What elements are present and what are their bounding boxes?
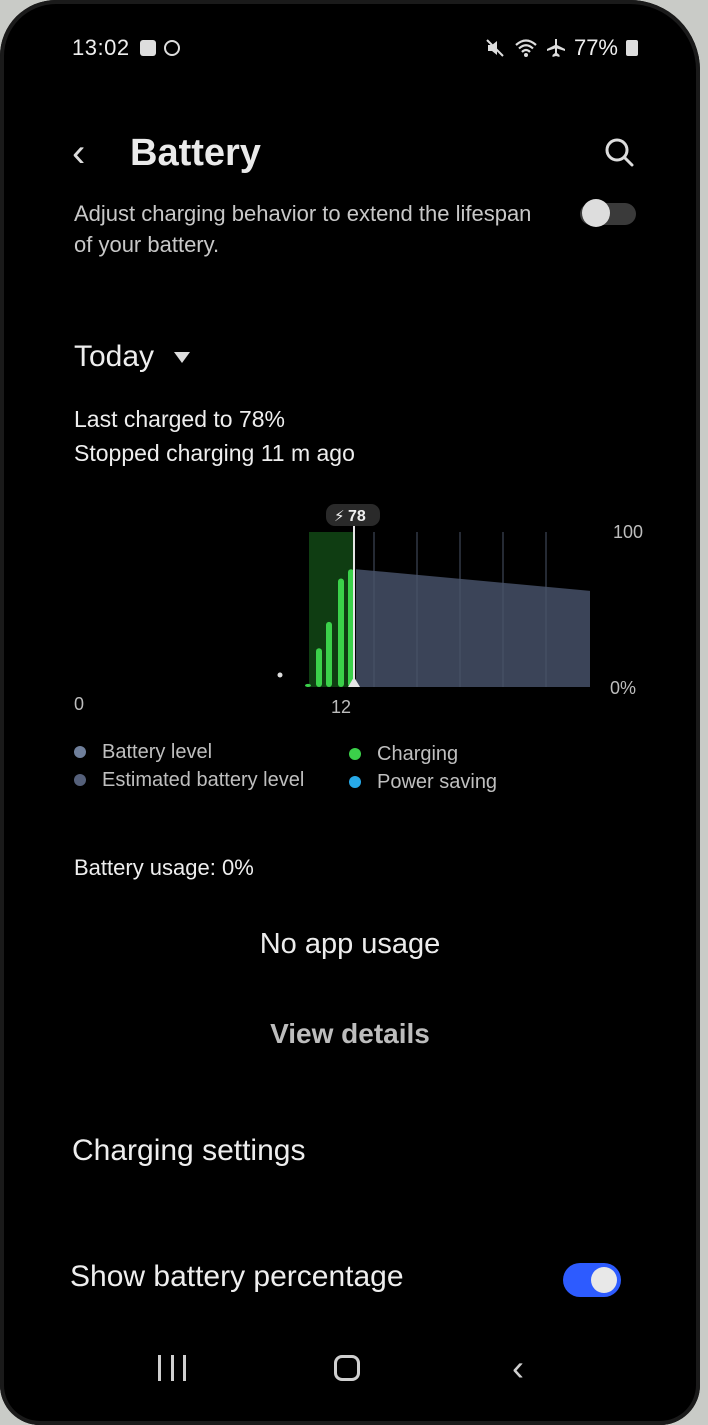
period-selector[interactable]: Today	[74, 340, 191, 374]
checkbox-icon	[139, 40, 156, 56]
x-axis-label-0: 0	[74, 694, 84, 714]
page-title: Battery	[130, 131, 261, 174]
period-label: Today	[74, 340, 155, 373]
status-bar: 13:02 77%	[72, 34, 638, 62]
toggle-knob	[582, 199, 610, 227]
battery-usage-label: Battery usage: 0%	[74, 855, 254, 880]
view-details-button[interactable]: View details	[0, 1018, 700, 1050]
legend-label: Power saving	[377, 771, 498, 793]
status-time: 13:02	[72, 35, 130, 60]
phone-screen: 13:02 77% ‹ Battery Adjust charging beha…	[0, 0, 700, 1425]
legend-label: Estimated battery level	[102, 769, 305, 791]
y-axis-bottom-label: 0%	[610, 678, 636, 698]
show-battery-percentage-toggle[interactable]	[563, 1263, 621, 1297]
recent-apps-icon	[158, 1355, 161, 1381]
charging-bar	[338, 578, 344, 687]
legend-item-estimated: Estimated battery level	[74, 766, 304, 794]
last-charged-text: Last charged to 78%	[74, 406, 285, 432]
legend-item-power-saving: Power saving	[349, 768, 497, 796]
charging-bar	[305, 683, 311, 687]
estimated-level-dot-icon	[74, 774, 86, 786]
charging-bolt-icon: ⚡	[334, 507, 345, 525]
recent-apps-button[interactable]	[158, 1355, 186, 1381]
legend-item-battery-level: Battery level	[74, 738, 304, 766]
battery-percent: 77%	[573, 35, 618, 60]
search-button[interactable]	[600, 133, 640, 173]
mute-icon	[486, 39, 504, 57]
x-axis-label-12: 12	[331, 697, 351, 717]
legend-item-charging: Charging	[349, 740, 497, 768]
battery-chart[interactable]: ⚡ 78 100 0% 0 12	[60, 495, 660, 725]
y-axis-top-label: 100	[613, 522, 643, 542]
charging-bar	[326, 621, 332, 687]
battery-level-dot-icon	[74, 746, 86, 758]
nav-back-button[interactable]: ‹	[512, 1350, 524, 1386]
battery-icon	[626, 40, 638, 56]
charge-summary: Last charged to 78% Stopped charging 11 …	[74, 402, 355, 470]
charging-dot-icon	[349, 748, 361, 760]
wifi-icon	[515, 39, 537, 57]
estimated-level-area	[356, 569, 590, 687]
legend-label: Charging	[377, 743, 459, 765]
adaptive-charging-toggle[interactable]	[580, 199, 636, 227]
show-battery-percentage-label[interactable]: Show battery percentage	[70, 1260, 404, 1294]
back-arrow-icon[interactable]: ‹	[72, 133, 122, 173]
legend-right: Charging Power saving	[349, 740, 497, 796]
app-header: ‹ Battery	[72, 125, 640, 181]
no-app-usage-text: No app usage	[259, 928, 441, 960]
navigation-bar: ‹	[0, 1340, 700, 1400]
airplane-icon	[546, 39, 565, 57]
dropdown-caret-icon	[174, 351, 191, 363]
adaptive-charging-description: Adjust charging behavior to extend the l…	[74, 201, 532, 257]
legend-label: Battery level	[102, 741, 213, 763]
battery-chart-svg: ⚡ 78 100 0% 0 12	[74, 504, 643, 717]
charging-bar	[316, 648, 322, 687]
stopped-charging-text: Stopped charging 11 m ago	[74, 440, 355, 466]
toggle-knob	[591, 1267, 617, 1293]
search-icon	[605, 138, 634, 167]
power-saving-dot-icon	[349, 776, 361, 788]
home-button[interactable]	[334, 1355, 360, 1381]
legend-left: Battery level Estimated battery level	[74, 738, 304, 794]
marker-value: 78	[348, 508, 366, 525]
start-point	[277, 672, 283, 678]
circle-icon	[163, 40, 180, 56]
charging-settings-item[interactable]: Charging settings	[72, 1134, 305, 1168]
